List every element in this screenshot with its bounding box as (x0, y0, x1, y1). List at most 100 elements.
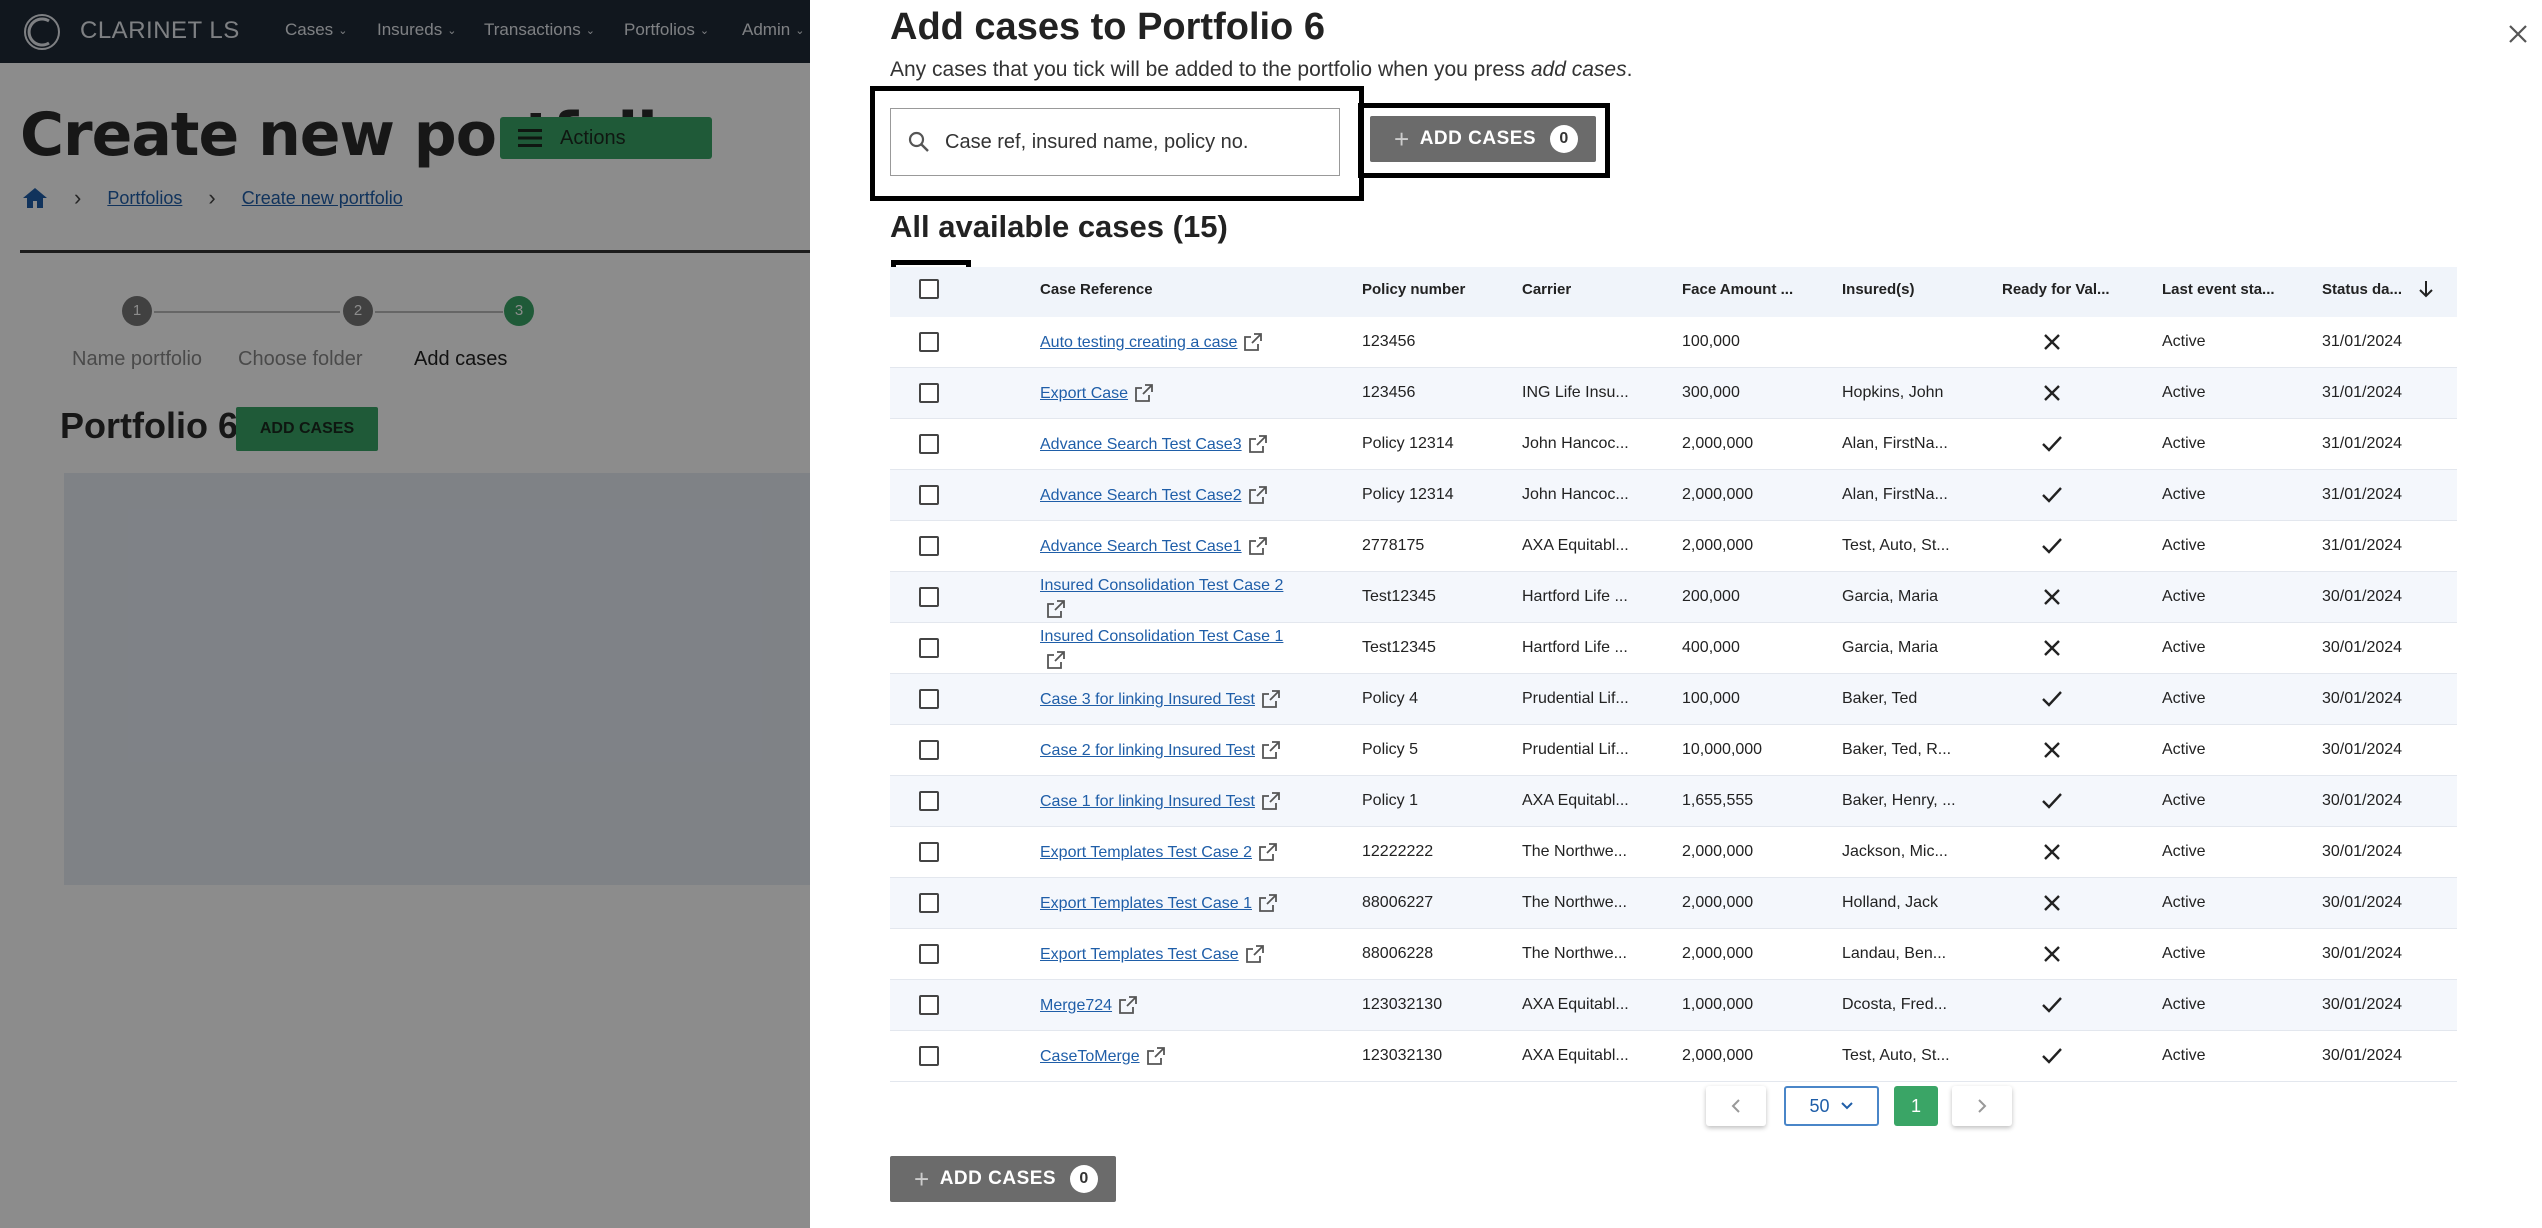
external-link-icon[interactable] (1258, 842, 1278, 862)
status-date-cell: 31/01/2024 (2322, 384, 2403, 401)
row-select-checkbox[interactable] (919, 842, 939, 862)
external-link-icon[interactable] (1261, 689, 1281, 709)
table-row: Advance Search Test Case1 2778175 AXA Equi… (890, 521, 2457, 572)
row-select-checkbox[interactable] (919, 587, 939, 607)
table-row: Auto testing creating a case 123456 100,00… (890, 317, 2457, 368)
case-reference-link[interactable]: Case 2 for linking Insured Test (1040, 742, 1255, 759)
check-icon (2042, 487, 2062, 503)
external-link-icon[interactable] (1248, 536, 1268, 556)
carrier-cell: Prudential Lif... (1522, 690, 1629, 707)
external-link-icon[interactable] (1248, 434, 1268, 454)
case-reference-link[interactable]: Advance Search Test Case2 (1040, 487, 1242, 504)
face-amount-cell: 2,000,000 (1682, 486, 1754, 503)
close-icon[interactable] (2502, 18, 2534, 50)
case-reference-link[interactable]: Insured Consolidation Test Case 2 (1040, 577, 1283, 594)
insureds-cell: Dcosta, Fred... (1842, 996, 1947, 1013)
table-row: Advance Search Test Case3 Policy 12314 Joh… (890, 419, 2457, 470)
external-link-icon[interactable] (1248, 485, 1268, 505)
row-select-checkbox[interactable] (919, 638, 939, 658)
last-event-status-cell: Active (2162, 486, 2206, 503)
row-select-checkbox[interactable] (919, 893, 939, 913)
insureds-cell: Landau, Ben... (1842, 945, 1947, 962)
case-reference-link[interactable]: Auto testing creating a case (1040, 334, 1237, 351)
column-header-face-amount[interactable]: Face Amount ... (1682, 281, 1832, 298)
row-select-checkbox[interactable] (919, 995, 939, 1015)
row-select-checkbox[interactable] (919, 689, 939, 709)
external-link-icon[interactable] (1046, 650, 1066, 670)
column-header-carrier[interactable]: Carrier (1522, 281, 1672, 298)
face-amount-cell: 1,000,000 (1682, 996, 1754, 1013)
policy-number-cell: Test12345 (1362, 639, 1436, 656)
case-reference-link[interactable]: Advance Search Test Case3 (1040, 436, 1242, 453)
last-event-status-cell: Active (2162, 639, 2206, 656)
external-link-icon[interactable] (1261, 791, 1281, 811)
row-select-checkbox[interactable] (919, 740, 939, 760)
case-reference-link[interactable]: Advance Search Test Case1 (1040, 538, 1242, 555)
row-select-checkbox[interactable] (919, 791, 939, 811)
status-date-cell: 30/01/2024 (2322, 843, 2403, 860)
row-select-checkbox[interactable] (919, 434, 939, 454)
section-title: All available cases (15) (890, 209, 1228, 244)
external-link-icon[interactable] (1134, 383, 1154, 403)
table-row: Case 3 for linking Insured Test Policy 4 P… (890, 674, 2457, 725)
row-select-checkbox[interactable] (919, 332, 939, 352)
policy-number-cell: 12222222 (1362, 843, 1434, 860)
cross-icon (2044, 742, 2060, 758)
column-header-case-reference[interactable]: Case Reference (1040, 281, 1240, 298)
select-all-checkbox[interactable] (919, 279, 939, 299)
external-link-icon[interactable] (1046, 599, 1066, 619)
case-reference-link[interactable]: Export Templates Test Case 1 (1040, 895, 1252, 912)
search-field[interactable] (890, 108, 1340, 176)
page-size-select[interactable]: 50 (1784, 1086, 1879, 1126)
case-reference-link[interactable]: Merge724 (1040, 997, 1112, 1014)
case-reference-link[interactable]: Export Templates Test Case 2 (1040, 844, 1252, 861)
status-date-cell: 30/01/2024 (2322, 588, 2403, 605)
case-reference-link[interactable]: Export Case (1040, 385, 1128, 402)
sort-descending-icon[interactable] (2418, 280, 2434, 298)
case-reference-link[interactable]: Case 1 for linking Insured Test (1040, 793, 1255, 810)
column-header-insureds[interactable]: Insured(s) (1842, 281, 1992, 298)
row-select-checkbox[interactable] (919, 536, 939, 556)
check-icon (2042, 793, 2062, 809)
chevron-right-icon (1978, 1099, 1987, 1113)
status-date-cell: 30/01/2024 (2322, 945, 2403, 962)
pagination-page-button[interactable]: 1 (1894, 1086, 1938, 1126)
search-input[interactable] (943, 129, 1327, 155)
chevron-down-icon (1840, 1102, 1853, 1110)
last-event-status-cell: Active (2162, 588, 2206, 605)
column-header-last-event-status[interactable]: Last event sta... (2162, 281, 2282, 298)
case-reference-link[interactable]: CaseToMerge (1040, 1048, 1140, 1065)
policy-number-cell: 123032130 (1362, 996, 1443, 1013)
row-select-checkbox[interactable] (919, 485, 939, 505)
row-select-checkbox[interactable] (919, 1046, 939, 1066)
case-reference-link[interactable]: Insured Consolidation Test Case 1 (1040, 628, 1283, 645)
add-cases-drawer: Add cases to Portfolio 6 Any cases that … (810, 0, 2542, 1228)
face-amount-cell: 300,000 (1682, 384, 1740, 401)
plus-icon: + (914, 1163, 930, 1194)
insureds-cell (1842, 317, 1992, 367)
external-link-icon[interactable] (1258, 893, 1278, 913)
case-reference-link[interactable]: Case 3 for linking Insured Test (1040, 691, 1255, 708)
case-reference-link[interactable]: Export Templates Test Case (1040, 946, 1239, 963)
row-select-checkbox[interactable] (919, 944, 939, 964)
column-header-status-date[interactable]: Status da... (2322, 281, 2442, 298)
carrier-cell: Hartford Life ... (1522, 588, 1628, 605)
add-cases-button-top[interactable]: + ADD CASES 0 (1370, 116, 1597, 162)
table-row: Export Templates Test Case 1 88006227 The … (890, 878, 2457, 929)
carrier-cell: Prudential Lif... (1522, 741, 1629, 758)
external-link-icon[interactable] (1261, 740, 1281, 760)
pagination-next-button[interactable] (1952, 1086, 2012, 1126)
status-date-cell: 30/01/2024 (2322, 894, 2403, 911)
pagination-previous-button[interactable] (1706, 1086, 1766, 1126)
drawer-subtitle: Any cases that you tick will be added to… (890, 58, 1633, 81)
column-header-ready-for-valuation[interactable]: Ready for Val... (2002, 281, 2112, 298)
external-link-icon[interactable] (1245, 944, 1265, 964)
external-link-icon[interactable] (1243, 332, 1263, 352)
add-cases-button-bottom[interactable]: + ADD CASES 0 (890, 1156, 1117, 1202)
table-row: CaseToMerge 123032130 AXA Equitabl... 2,000… (890, 1031, 2457, 1082)
row-select-checkbox[interactable] (919, 383, 939, 403)
external-link-icon[interactable] (1146, 1046, 1166, 1066)
column-header-policy-number[interactable]: Policy number (1362, 281, 1512, 298)
external-link-icon[interactable] (1118, 995, 1138, 1015)
insureds-cell: Garcia, Maria (1842, 588, 1939, 605)
